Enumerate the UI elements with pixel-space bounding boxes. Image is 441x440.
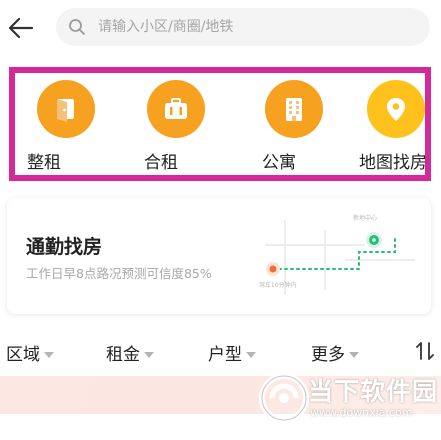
watermark: 当下软件园 www.downxia.com [258, 372, 438, 434]
map-time-label: 驾车10分钟内 [259, 281, 297, 289]
category-shared-rent[interactable]: 合租 [129, 73, 229, 175]
back-arrow-icon[interactable] [6, 13, 36, 43]
category-icon-bg [265, 80, 323, 138]
commute-map-illustration: 新地中心 驾车10分钟内 [259, 214, 415, 295]
category-label: 公寓 [262, 153, 296, 173]
filter-rent[interactable]: 租金 [106, 340, 154, 365]
caret-down-icon [144, 352, 154, 358]
category-label: 地图找房 [359, 153, 427, 173]
suitcase-icon [165, 98, 187, 119]
category-apartment[interactable]: 公寓 [247, 73, 347, 175]
filter-district[interactable]: 区域 [6, 340, 54, 365]
rental-category-bar: 整租 合租 公寓 地图找房 [9, 67, 431, 181]
top-bar: 请输入小区/商圈/地铁 [0, 0, 441, 56]
search-icon [69, 19, 85, 35]
caret-down-icon [246, 352, 256, 358]
search-input[interactable]: 请输入小区/商圈/地铁 [56, 8, 430, 46]
commute-subtitle: 工作日早8点路况预测可信度85% [26, 266, 212, 281]
building-icon [286, 98, 302, 121]
category-map-search[interactable]: 地图找房 [359, 73, 441, 175]
category-label: 整租 [27, 153, 61, 173]
watermark-url: www.downxia.com [310, 406, 413, 419]
filter-more[interactable]: 更多 [311, 340, 359, 365]
sort-icon[interactable] [414, 340, 436, 362]
filter-layout[interactable]: 户型 [208, 340, 256, 365]
category-icon-bg [367, 80, 425, 138]
category-label: 合租 [144, 153, 178, 173]
category-icon-bg [37, 80, 95, 138]
commute-title: 通勤找房 [26, 236, 103, 258]
category-icon-bg [147, 80, 205, 138]
watermark-title: 当下软件园 [308, 377, 439, 406]
watermark-logo-icon [259, 373, 309, 423]
filter-bar: 区域 租金 户型 更多 [0, 330, 441, 370]
commute-search-card[interactable]: 通勤找房 工作日早8点路况预测可信度85% 新地中心 驾车10分钟内 [7, 198, 431, 314]
map-destination-label: 新地中心 [353, 214, 377, 222]
category-whole-rent[interactable]: 整租 [19, 73, 119, 175]
caret-down-icon [44, 352, 54, 358]
search-placeholder: 请输入小区/商圈/地铁 [98, 19, 234, 35]
caret-down-icon [349, 352, 359, 358]
map-pin-icon [387, 98, 405, 121]
door-icon [57, 99, 74, 122]
